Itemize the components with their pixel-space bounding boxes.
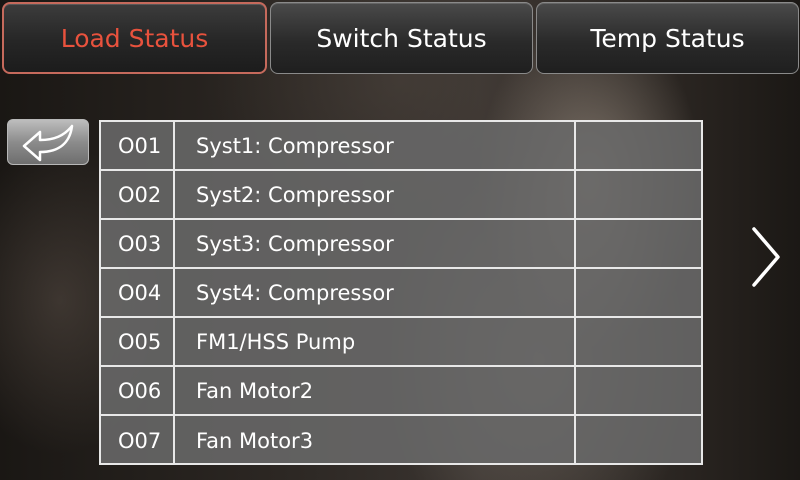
tab-temp-status[interactable]: Temp Status (536, 2, 799, 74)
load-name: Syst3: Compressor (175, 220, 576, 267)
back-arrow-icon (22, 124, 74, 162)
load-code: O06 (101, 367, 175, 414)
load-name: FM1/HSS Pump (175, 318, 576, 365)
table-row: O01 Syst1: Compressor (101, 122, 701, 171)
tab-load-status[interactable]: Load Status (2, 2, 267, 74)
tab-switch-status[interactable]: Switch Status (270, 2, 533, 74)
load-code: O07 (101, 416, 175, 465)
tab-switch-status-label: Switch Status (316, 23, 487, 53)
load-code: O01 (101, 122, 175, 169)
load-status (576, 220, 701, 267)
table-row: O07 Fan Motor3 (101, 416, 701, 465)
load-status (576, 367, 701, 414)
next-page-button[interactable] (748, 225, 784, 289)
load-status-table: O01 Syst1: Compressor O02 Syst2: Compres… (99, 120, 703, 465)
load-name: Syst2: Compressor (175, 171, 576, 218)
tab-load-status-label: Load Status (60, 23, 209, 53)
load-status (576, 122, 701, 169)
load-name: Syst4: Compressor (175, 269, 576, 316)
load-code: O02 (101, 171, 175, 218)
load-name: Fan Motor2 (175, 367, 576, 414)
table-row: O05 FM1/HSS Pump (101, 318, 701, 367)
load-name: Syst1: Compressor (175, 122, 576, 169)
load-status (576, 318, 701, 365)
table-row: O02 Syst2: Compressor (101, 171, 701, 220)
back-button[interactable] (7, 119, 89, 165)
chevron-right-icon (752, 227, 780, 287)
load-status (576, 171, 701, 218)
load-status (576, 416, 701, 465)
load-name: Fan Motor3 (175, 416, 576, 465)
tab-temp-status-label: Temp Status (590, 23, 745, 53)
table-row: O04 Syst4: Compressor (101, 269, 701, 318)
table-row: O06 Fan Motor2 (101, 367, 701, 416)
load-code: O04 (101, 269, 175, 316)
load-status (576, 269, 701, 316)
load-code: O05 (101, 318, 175, 365)
table-row: O03 Syst3: Compressor (101, 220, 701, 269)
load-code: O03 (101, 220, 175, 267)
